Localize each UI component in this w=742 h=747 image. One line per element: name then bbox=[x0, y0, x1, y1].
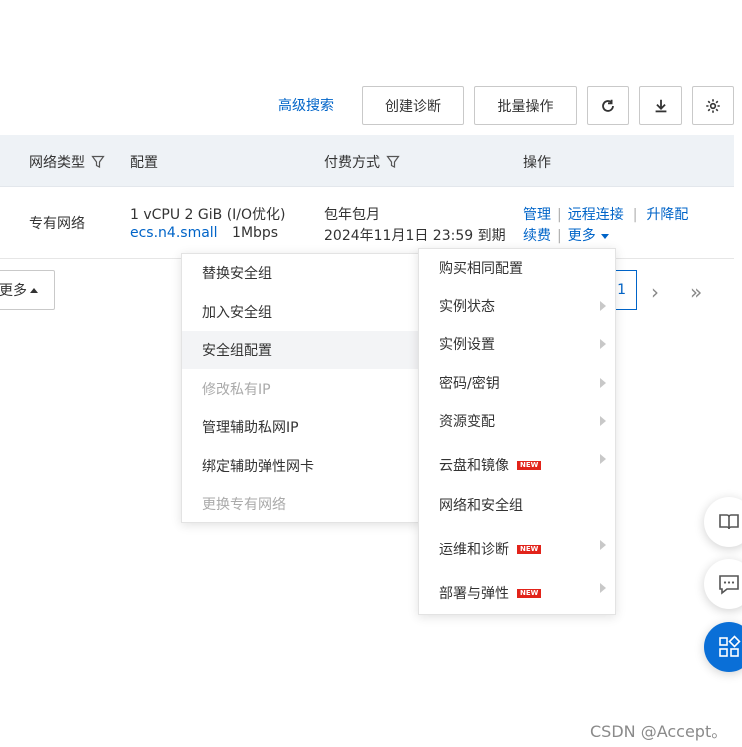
book-icon bbox=[719, 514, 739, 530]
security-group-submenu: 替换安全组 加入安全组 安全组配置 修改私有IP 管理辅助私网IP 绑定辅助弹性… bbox=[181, 253, 422, 523]
menu-item-bind-eni[interactable]: 绑定辅助弹性网卡 bbox=[182, 447, 421, 485]
gear-icon bbox=[706, 98, 720, 113]
menu-item-modify-private-ip: 修改私有IP bbox=[182, 370, 421, 408]
more-actions-label: 更多 bbox=[567, 228, 596, 244]
filter-icon[interactable] bbox=[91, 155, 105, 169]
menu-item-network-security[interactable]: 网络和安全组 bbox=[419, 486, 615, 524]
remote-connect-link[interactable]: 远程连接 bbox=[568, 207, 624, 223]
bandwidth-value: 1Mbps bbox=[232, 225, 279, 241]
advanced-search-link[interactable]: 高级搜索 bbox=[278, 95, 334, 115]
menu-item-resource-change[interactable]: 资源变配 bbox=[419, 402, 615, 440]
instance-type-link[interactable]: ecs.n4.small bbox=[130, 225, 218, 241]
menu-item-manage-secondary-ip[interactable]: 管理辅助私网IP bbox=[182, 408, 421, 446]
menu-item-password-key[interactable]: 密码/密钥 bbox=[419, 364, 615, 402]
chat-icon bbox=[719, 575, 739, 595]
chevron-right-icon bbox=[600, 540, 606, 550]
more-toggle-button[interactable]: 更多 bbox=[0, 270, 55, 310]
docs-float-button[interactable]: N bbox=[704, 497, 742, 547]
chevron-right-icon bbox=[600, 454, 606, 464]
menu-item-disk-image[interactable]: 云盘和镜像 NEW bbox=[419, 446, 615, 484]
settings-button[interactable] bbox=[692, 86, 734, 125]
menu-item-security-group-config[interactable]: 安全组配置 bbox=[182, 331, 421, 369]
filter-icon[interactable] bbox=[386, 155, 400, 169]
new-badge: NEW bbox=[517, 460, 542, 470]
next-page-icon[interactable]: › bbox=[651, 280, 659, 304]
menu-item-change-vpc: 更换专有网络 bbox=[182, 485, 421, 523]
new-badge: NEW bbox=[517, 588, 542, 598]
menu-item-label: 资源变配 bbox=[439, 414, 495, 430]
column-network-type-label: 网络类型 bbox=[29, 155, 85, 171]
menu-item-label: 实例状态 bbox=[439, 299, 495, 315]
menu-item-label: 实例设置 bbox=[439, 337, 495, 353]
menu-item-label: 密码/密钥 bbox=[439, 376, 500, 392]
column-network-type: 网络类型 bbox=[29, 152, 105, 172]
network-type-value: 专有网络 bbox=[29, 216, 85, 232]
menu-item-label: 绑定辅助弹性网卡 bbox=[202, 459, 314, 475]
apps-float-button[interactable] bbox=[704, 622, 742, 672]
chevron-right-icon bbox=[600, 583, 606, 593]
column-config: 配置 bbox=[130, 152, 158, 172]
billing-expiry: 2024年11月1日 23:59 到期 bbox=[324, 228, 506, 244]
menu-item-ops-diagnosis[interactable]: 运维和诊断 NEW bbox=[419, 530, 615, 568]
more-actions-menu: 购买相同配置 实例状态 实例设置 密码/密钥 资源变配 云盘和镜像 NEW 网络和… bbox=[418, 248, 616, 615]
action-links-row1: 管理 | 远程连接 | 升降配 bbox=[523, 207, 689, 223]
last-page-icon[interactable]: » bbox=[690, 280, 702, 304]
menu-item-label: 加入安全组 bbox=[202, 305, 272, 321]
menu-item-instance-settings[interactable]: 实例设置 bbox=[419, 325, 615, 363]
menu-item-label: 购买相同配置 bbox=[439, 261, 523, 277]
column-config-label: 配置 bbox=[130, 155, 158, 171]
column-actions-label: 操作 bbox=[523, 155, 551, 171]
menu-item-label: 替换安全组 bbox=[202, 266, 272, 282]
chevron-right-icon bbox=[600, 416, 606, 426]
chevron-right-icon bbox=[600, 339, 606, 349]
menu-item-instance-status[interactable]: 实例状态 bbox=[419, 287, 615, 325]
column-actions: 操作 bbox=[523, 152, 551, 172]
watermark: CSDN @Accept。 bbox=[590, 722, 728, 741]
menu-item-label: 安全组配置 bbox=[202, 343, 272, 359]
renew-link[interactable]: 续费 bbox=[523, 228, 551, 244]
refresh-icon bbox=[602, 99, 614, 112]
chevron-down-icon bbox=[600, 233, 609, 239]
config-spec: 1 vCPU 2 GiB (I/O优化) bbox=[130, 207, 286, 223]
menu-item-deploy-elastic[interactable]: 部署与弹性 NEW bbox=[419, 574, 615, 612]
page-current-label: 1 bbox=[617, 282, 626, 298]
menu-item-label: 部署与弹性 bbox=[439, 586, 509, 602]
new-badge: NEW bbox=[517, 544, 542, 554]
table-header: 网络类型 配置 付费方式 操作 bbox=[0, 135, 734, 187]
menu-item-label: 管理辅助私网IP bbox=[202, 420, 299, 436]
refresh-button[interactable] bbox=[587, 86, 629, 125]
download-icon bbox=[655, 99, 666, 112]
column-billing: 付费方式 bbox=[324, 152, 400, 172]
chevron-right-icon bbox=[600, 301, 606, 311]
caret-up-icon bbox=[30, 287, 38, 293]
create-diagnosis-button[interactable]: 创建诊断 bbox=[362, 86, 464, 125]
table-row: 专有网络 1 vCPU 2 GiB (I/O优化) ecs.n4.small 1… bbox=[0, 187, 734, 259]
grid-icon bbox=[719, 635, 741, 657]
menu-item-replace-security-group[interactable]: 替换安全组 bbox=[182, 254, 421, 292]
manage-link[interactable]: 管理 bbox=[523, 207, 551, 223]
config-detail: ecs.n4.small 1Mbps bbox=[130, 225, 278, 241]
more-toggle-label: 更多 bbox=[0, 283, 27, 299]
menu-item-join-security-group[interactable]: 加入安全组 bbox=[182, 293, 421, 331]
action-links-row2: 续费 | 更多 bbox=[523, 225, 609, 245]
chevron-right-icon bbox=[600, 378, 606, 388]
menu-item-label: 更换专有网络 bbox=[202, 497, 286, 513]
more-actions-link[interactable]: 更多 bbox=[568, 228, 609, 244]
chat-float-button[interactable] bbox=[704, 559, 742, 609]
upgrade-link[interactable]: 升降配 bbox=[646, 207, 688, 223]
menu-item-label: 云盘和镜像 bbox=[439, 458, 509, 474]
column-billing-label: 付费方式 bbox=[324, 155, 380, 171]
billing-type: 包年包月 bbox=[324, 207, 380, 223]
menu-item-label: 运维和诊断 bbox=[439, 542, 509, 558]
menu-item-label: 修改私有IP bbox=[202, 382, 271, 398]
download-button[interactable] bbox=[639, 86, 682, 125]
menu-item-buy-same-config[interactable]: 购买相同配置 bbox=[419, 249, 615, 287]
menu-item-label: 网络和安全组 bbox=[439, 498, 523, 514]
batch-ops-button[interactable]: 批量操作 bbox=[474, 86, 577, 125]
